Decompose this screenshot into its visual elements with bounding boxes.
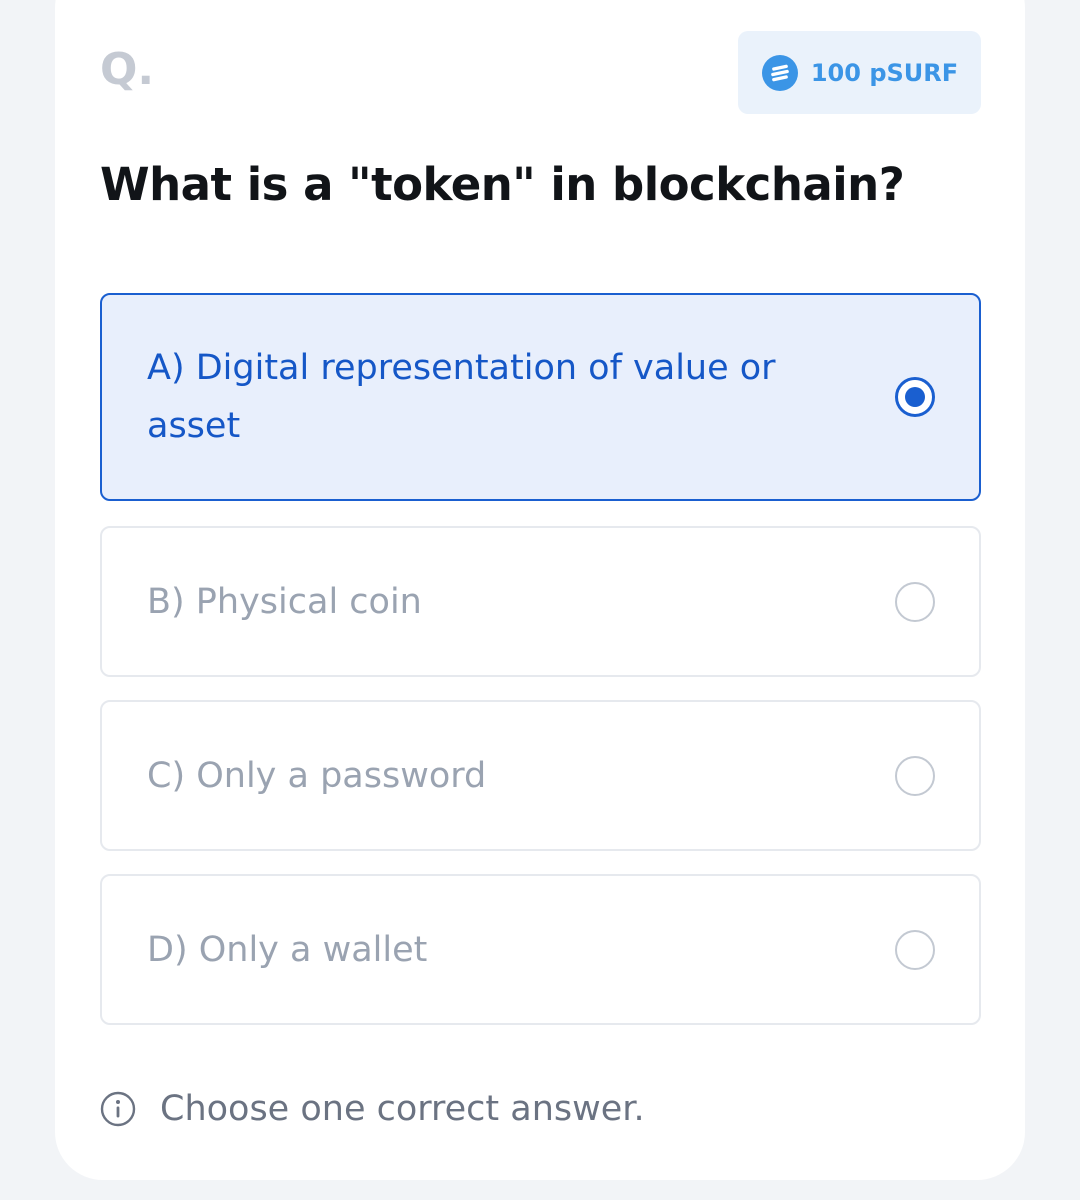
option-a[interactable]: A) Digital representation of value or as… <box>100 293 981 501</box>
hint-text: Choose one correct answer. <box>160 1089 645 1129</box>
option-label: A) Digital representation of value or as… <box>147 348 776 446</box>
option-label: D) Only a wallet <box>147 929 428 970</box>
question-text: What is a "token" in blockchain? <box>100 158 905 211</box>
radio-unselected-icon[interactable] <box>895 929 935 970</box>
option-label: B) Physical coin <box>147 581 422 622</box>
quiz-card: Q. 100 pSURF What is a "token" in blockc… <box>55 0 1025 1180</box>
option-b[interactable]: B) Physical coin <box>100 526 981 677</box>
info-icon <box>100 1091 136 1127</box>
radio-unselected-icon[interactable] <box>895 755 935 796</box>
token-coin-icon <box>761 54 798 91</box>
question-marker: Q. <box>100 44 155 95</box>
radio-unselected-icon[interactable] <box>895 581 935 622</box>
hint-row: Choose one correct answer. <box>100 1089 645 1129</box>
reward-amount: 100 pSURF <box>810 58 959 87</box>
option-label: C) Only a password <box>147 755 487 796</box>
option-d[interactable]: D) Only a wallet <box>100 874 981 1025</box>
radio-selected-icon[interactable] <box>895 377 935 417</box>
reward-badge: 100 pSURF <box>738 31 981 114</box>
radio-dot <box>905 387 925 407</box>
answer-options: A) Digital representation of value or as… <box>100 293 981 1048</box>
option-c[interactable]: C) Only a password <box>100 700 981 851</box>
